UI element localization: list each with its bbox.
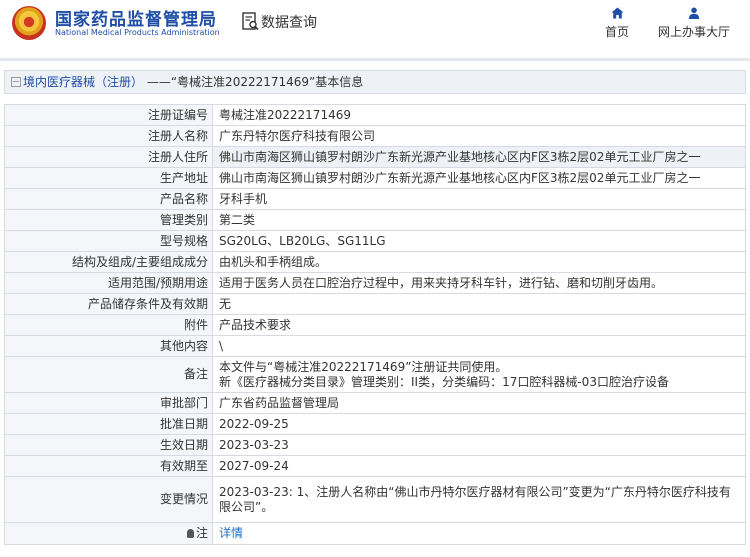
field-value: 牙科手机	[212, 188, 746, 210]
note-value: 本文件与“粤械注准20222171469”注册证共同使用。 新《医疗器械分类目录…	[212, 356, 746, 393]
field-label: 其他内容	[4, 335, 213, 357]
field-value: 2027-09-24	[212, 455, 746, 477]
data-query-icon[interactable]	[242, 12, 259, 31]
data-query-link[interactable]: 数据查询	[261, 12, 317, 32]
breadcrumb: 境内医疗器械（注册） ——“粤械注准20222171469”基本信息	[4, 70, 746, 94]
field-value: 2022-09-25	[212, 413, 746, 435]
details-link[interactable]: 详情	[219, 526, 243, 540]
field-label: 注册人名称	[4, 125, 213, 147]
field-value: 粤械注准20222171469	[212, 104, 746, 126]
table-row: 注 详情	[4, 522, 746, 545]
lightbulb-icon	[186, 529, 194, 538]
field-label: 产品名称	[4, 188, 213, 210]
nav-home[interactable]: 首页	[600, 7, 634, 40]
field-label: 型号规格	[4, 230, 213, 252]
table-row: 变更情况 2023-03-23: 1、注册人名称由“佛山市丹特尔医疗器材有限公司…	[4, 476, 746, 523]
nav-home-label: 首页	[604, 25, 629, 39]
field-label: 适用范围/预期用途	[4, 272, 213, 294]
field-value: 由机头和手柄组成。	[212, 251, 746, 273]
table-row: 审批部门 广东省药品监督管理局	[4, 392, 746, 414]
change-value: 2023-03-23: 1、注册人名称由“佛山市丹特尔医疗器材有限公司”变更为“…	[212, 476, 746, 523]
registration-detail-table: 注册证编号 粤械注准20222171469 注册人名称 广东丹特尔医疗科技有限公…	[4, 104, 746, 545]
footnote-label: 注	[4, 522, 213, 545]
field-label: 附件	[4, 314, 213, 336]
national-emblem-icon	[12, 6, 46, 40]
field-value: 产品技术要求	[212, 314, 746, 336]
field-value: 第二类	[212, 209, 746, 231]
breadcrumb-separator: ——	[146, 75, 171, 89]
collapse-icon[interactable]	[11, 77, 21, 87]
field-label: 生产地址	[4, 167, 213, 189]
table-row: 产品名称 牙科手机	[4, 188, 746, 210]
field-label: 生效日期	[4, 434, 213, 456]
field-value: \	[212, 335, 746, 357]
home-icon	[611, 7, 623, 19]
table-row: 注册证编号 粤械注准20222171469	[4, 104, 746, 126]
nav-online-hall[interactable]: 网上办事大厅	[652, 7, 736, 40]
note-line: 本文件与“粤械注准20222171469”注册证共同使用。	[219, 359, 508, 374]
user-icon	[688, 7, 700, 19]
table-row: 适用范围/预期用途 适用于医务人员在口腔治疗过程中，用来夹持牙科车针，进行钻、磨…	[4, 272, 746, 294]
field-label: 管理类别	[4, 209, 213, 231]
footnote-label-text: 注	[195, 526, 208, 540]
field-label: 有效期至	[4, 455, 213, 477]
table-row: 其他内容 \	[4, 335, 746, 357]
table-row: 备注 本文件与“粤械注准20222171469”注册证共同使用。 新《医疗器械分…	[4, 356, 746, 393]
field-label: 注册人住所	[4, 146, 213, 168]
table-row: 产品储存条件及有效期 无	[4, 293, 746, 315]
footnote-value: 详情	[212, 522, 746, 545]
field-value: 佛山市南海区狮山镇罗村朗沙广东新光源产业基地核心区内F区3栋2层02单元工业厂房…	[212, 167, 746, 189]
field-value: 适用于医务人员在口腔治疗过程中，用来夹持牙科车针，进行钻、磨和切削牙齿用。	[212, 272, 746, 294]
field-value: SG20LG、LB20LG、SG11LG	[212, 230, 746, 252]
field-label: 结构及组成/主要组成成分	[4, 251, 213, 273]
table-row: 型号规格 SG20LG、LB20LG、SG11LG	[4, 230, 746, 252]
field-value: 广东丹特尔医疗科技有限公司	[212, 125, 746, 147]
table-row: 生效日期 2023-03-23	[4, 434, 746, 456]
table-row: 生产地址 佛山市南海区狮山镇罗村朗沙广东新光源产业基地核心区内F区3栋2层02单…	[4, 167, 746, 189]
table-row: 注册人名称 广东丹特尔医疗科技有限公司	[4, 125, 746, 147]
table-row: 管理类别 第二类	[4, 209, 746, 231]
field-label: 产品储存条件及有效期	[4, 293, 213, 315]
field-label: 批准日期	[4, 413, 213, 435]
table-row: 批准日期 2022-09-25	[4, 413, 746, 435]
breadcrumb-category[interactable]: 境内医疗器械（注册）	[23, 75, 143, 89]
field-label: 审批部门	[4, 392, 213, 414]
nav-online-hall-label: 网上办事大厅	[657, 25, 730, 39]
field-label: 注册证编号	[4, 104, 213, 126]
table-row: 注册人住所 佛山市南海区狮山镇罗村朗沙广东新光源产业基地核心区内F区3栋2层02…	[4, 146, 746, 168]
site-subtitle: National Medical Products Administration	[55, 28, 220, 37]
note-line: 新《医疗器械分类目录》管理类别：II类，分类编码：17口腔科器械-03口腔治疗设…	[219, 374, 669, 389]
field-value: 广东省药品监督管理局	[212, 392, 746, 414]
field-value: 佛山市南海区狮山镇罗村朗沙广东新光源产业基地核心区内F区3栋2层02单元工业厂房…	[212, 146, 746, 168]
site-header: 国家药品监督管理局 National Medical Products Admi…	[0, 0, 750, 58]
field-value: 2023-03-23	[212, 434, 746, 456]
field-value: 无	[212, 293, 746, 315]
table-row: 结构及组成/主要组成成分 由机头和手柄组成。	[4, 251, 746, 273]
breadcrumb-title: “粤械注准20222171469”基本信息	[170, 75, 364, 89]
header-divider	[0, 58, 750, 61]
site-title[interactable]: 国家药品监督管理局	[55, 5, 217, 30]
field-label: 备注	[4, 356, 213, 393]
table-row: 附件 产品技术要求	[4, 314, 746, 336]
table-row: 有效期至 2027-09-24	[4, 455, 746, 477]
field-label: 变更情况	[4, 476, 213, 523]
